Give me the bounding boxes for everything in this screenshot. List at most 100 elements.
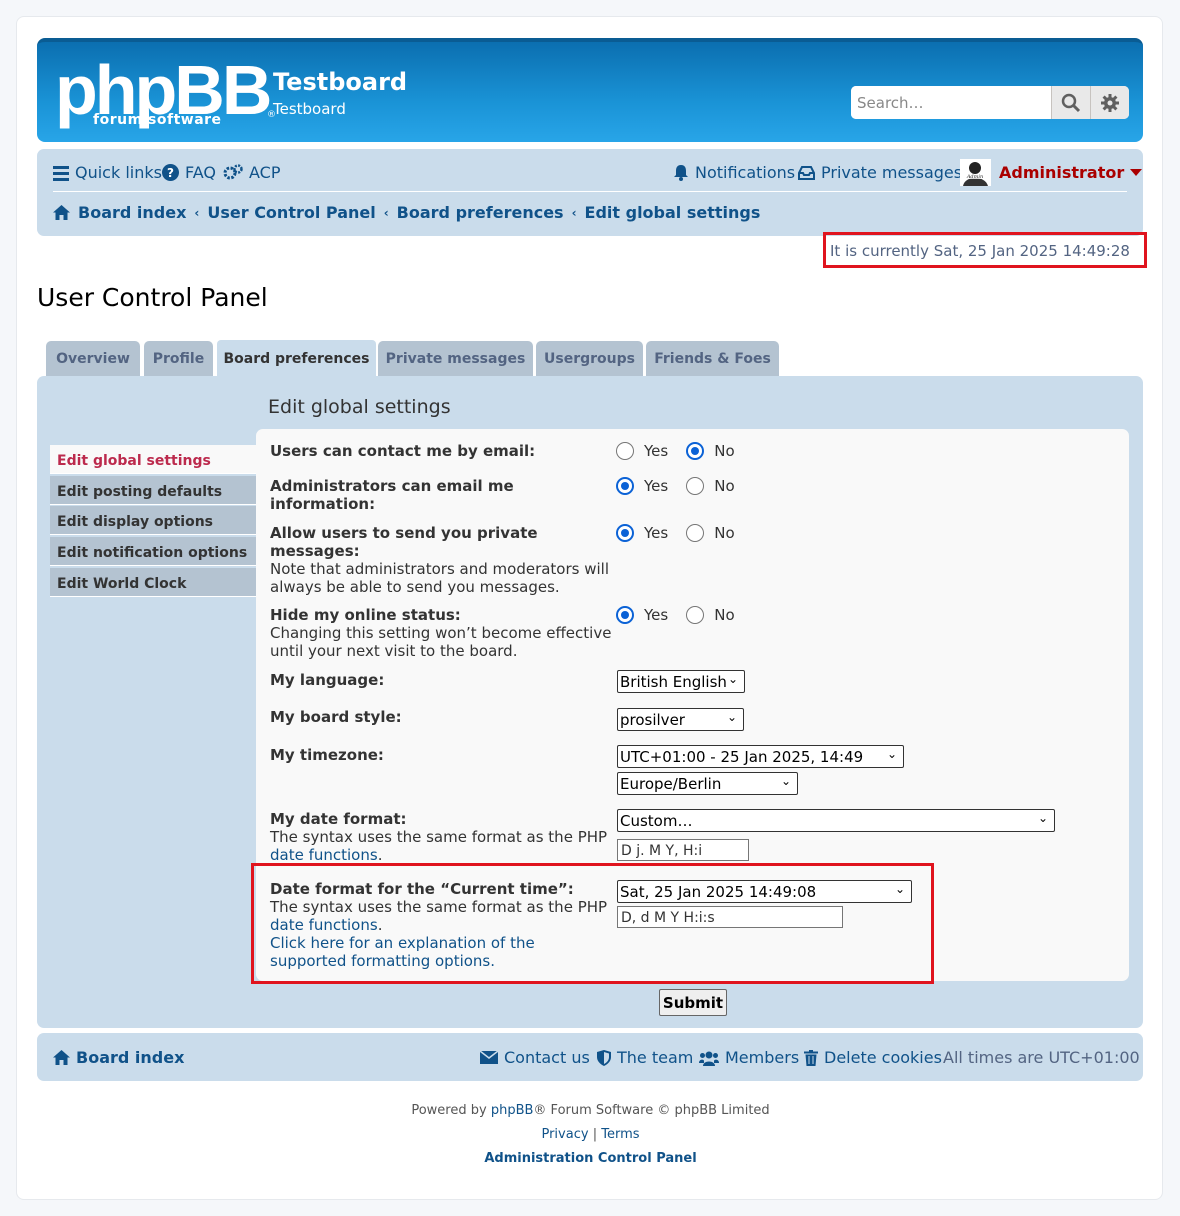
advanced-search-button[interactable] [1090,86,1129,119]
language-select[interactable]: British English ⌄ [617,670,745,693]
hide-online-explain: Changing this setting won’t become effec… [270,624,612,660]
chevron-down-icon: ⌄ [886,747,897,761]
style-select[interactable]: prosilver ⌄ [617,708,744,731]
timezone-date-value: UTC+01:00 - 25 Jan 2025, 14:49 [620,748,864,766]
tab-friends-foes[interactable]: Friends & Foes [646,341,779,376]
contact-email-no-radio[interactable] [686,442,705,460]
powered-by-prefix: Powered by [411,1103,487,1118]
notifications-link[interactable]: Notifications [673,163,795,182]
language-label-text: My language: [270,671,385,689]
menu-edit-notification-options[interactable]: Edit notification options [50,537,256,566]
breadcrumb-board-index[interactable]: Board index [78,203,186,222]
chevron-down-icon: ⌄ [780,774,791,788]
allow-pm-options: Yes No [616,524,735,542]
style-label: My board style: [270,708,615,726]
site-header: phpBB forum software ® Testboard Testboa… [37,38,1143,142]
members-label: Members [725,1048,800,1067]
bell-icon [674,165,688,181]
breadcrumb-ucp[interactable]: User Control Panel [207,203,375,222]
svg-text:Admin: Admin [966,174,983,180]
tab-overview[interactable]: Overview [46,341,140,376]
powered-by: Powered by phpBB® Forum Software © phpBB… [17,1099,1164,1123]
logo-subtext: forum software [93,112,222,128]
avatar: Admin [960,159,991,186]
faq-label: FAQ [185,163,216,182]
admin-email-label-text: Administrators can email me information: [270,477,514,513]
phpbb-logo[interactable]: phpBB forum software ® [55,51,276,130]
yes-label: Yes [644,606,669,624]
cogs-icon [223,164,243,180]
footer-board-index-link[interactable]: Board index [53,1048,184,1067]
allow-pm-no-radio[interactable] [686,524,705,542]
footer-navbar: Board index Contact us The team Members … [37,1033,1143,1081]
home-icon [53,1050,70,1065]
quick-links-label: Quick links [75,163,162,182]
user-menu[interactable]: Admin Administrator [960,159,1143,186]
tab-board-preferences[interactable]: Board preferences [216,339,377,377]
users-icon [699,1051,719,1066]
hide-online-yes-radio[interactable] [616,606,634,624]
date-format-label-text: My date format: [270,810,407,828]
date-functions-link[interactable]: date functions [270,846,378,864]
date-format-input[interactable]: D j. M Y, H:i [617,839,749,861]
date-format-select-value: Custom… [620,812,693,830]
timezone-info: All times are UTC+01:00 [943,1048,1140,1067]
timezone-date-select[interactable]: UTC+01:00 - 25 Jan 2025, 14:49 ⌄ [617,745,904,768]
date-format-select[interactable]: Custom… ⌄ [617,809,1055,832]
admin-email-yes-radio[interactable] [616,477,634,495]
gear-icon [1101,93,1119,112]
search-button[interactable] [1051,86,1090,119]
yes-label: Yes [644,442,669,460]
site-title[interactable]: Testboard [273,68,407,96]
date-format-label: My date format: The syntax uses the same … [270,810,608,864]
timezone-label-text: My timezone: [270,746,384,764]
admin-email-no-radio[interactable] [686,477,705,495]
faq-link[interactable]: ? FAQ [162,163,216,182]
the-team-link[interactable]: The team [597,1048,693,1067]
terms-link[interactable]: Terms [601,1127,639,1142]
privacy-link[interactable]: Privacy [541,1127,588,1142]
contact-us-link[interactable]: Contact us [480,1048,590,1067]
allow-pm-yes-radio[interactable] [616,524,634,542]
home-icon [53,205,70,220]
quick-links-menu[interactable]: Quick links [53,163,162,182]
hide-online-no-radio[interactable] [686,606,705,624]
tab-usergroups[interactable]: Usergroups [536,341,643,376]
contact-email-yes-radio[interactable] [616,442,634,460]
breadcrumb-board-preferences[interactable]: Board preferences [397,203,564,222]
caret-down-icon [1130,168,1143,176]
inbox-icon [798,165,815,180]
search-input[interactable] [851,86,1051,119]
the-team-label: The team [617,1048,694,1067]
submit-button[interactable]: Submit [659,989,727,1016]
envelope-icon [480,1051,498,1064]
menu-edit-global-settings[interactable]: Edit global settings [50,445,256,474]
copyright: Powered by phpBB® Forum Software © phpBB… [17,1099,1164,1171]
contact-email-options: Yes No [616,442,735,460]
members-link[interactable]: Members [699,1048,799,1067]
menu-edit-display-options[interactable]: Edit display options [50,506,256,535]
menu-edit-world-clock[interactable]: Edit World Clock [50,568,256,597]
search-box [851,86,1129,119]
shield-icon [597,1049,611,1066]
site-description: Testboard [273,100,346,118]
delete-cookies-label: Delete cookies [824,1048,942,1067]
style-value: prosilver [620,711,685,729]
timezone-zone-select[interactable]: Europe/Berlin ⌄ [617,772,798,795]
menu-edit-posting-defaults[interactable]: Edit posting defaults [50,476,256,505]
hide-online-label: Hide my online status: Changing this sett… [270,606,615,660]
breadcrumb-edit-global-settings[interactable]: Edit global settings [585,203,761,222]
private-messages-link[interactable]: Private messages [798,163,962,182]
yes-label: Yes [644,524,669,542]
current-time: It is currently Sat, 25 Jan 2025 14:49:2… [830,242,1130,260]
tab-private-messages[interactable]: Private messages [378,341,533,376]
language-value: British English [620,673,727,691]
svg-text:?: ? [167,166,174,180]
delete-cookies-link[interactable]: Delete cookies [804,1048,942,1067]
tab-profile[interactable]: Profile [144,341,213,376]
acp-link[interactable]: ACP [223,163,280,182]
acp-footer-link[interactable]: Administration Control Panel [484,1151,696,1166]
phpbb-link[interactable]: phpBB [491,1103,534,1118]
section-title: Edit global settings [268,396,451,418]
language-label: My language: [270,671,615,689]
